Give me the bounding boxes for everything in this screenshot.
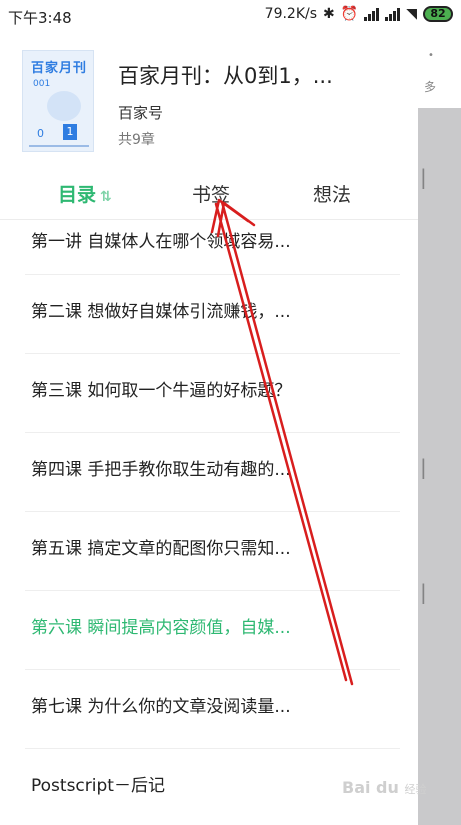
list-item[interactable]: 第三课 如何取一个牛逼的好标题？ (25, 354, 400, 433)
background-reader-page[interactable] (418, 32, 461, 825)
cover-footer-line (29, 145, 89, 147)
background-text-fragment: | (420, 165, 427, 189)
list-item[interactable]: 第一讲 自媒体人在哪个领域容易... (25, 220, 400, 275)
chapter-label: 第一讲 自媒体人在哪个领域容易... (31, 232, 291, 252)
bluetooth-icon: ✱ (323, 6, 335, 22)
network-speed: 79.2K/s (264, 6, 318, 22)
chapter-label: 第七课 为什么你的文章没阅读量... (31, 697, 291, 717)
watermark-brand: Bai du (342, 778, 399, 797)
list-item-current[interactable]: 第六课 瞬间提高内容颜值，自媒... (25, 591, 400, 670)
alarm-icon: ⏰ (340, 6, 359, 22)
list-item[interactable]: 第二课 想做好自媒体引流赚钱，... (25, 275, 400, 354)
chapter-count: 共9章 (118, 132, 155, 148)
chapter-label: 第四课 手把手教你取生动有趣的... (31, 460, 291, 480)
more-label: 多 (424, 80, 437, 94)
tab-notes[interactable]: 想法 (313, 180, 351, 207)
status-bar: 下午3:48 79.2K/s ✱ ⏰ ◥ 82 (0, 0, 461, 32)
cover-issue: 001 (33, 79, 51, 89)
tab-bookmarks[interactable]: 书签 (192, 180, 230, 207)
tab-toc[interactable]: 目录 ⇅ (58, 180, 112, 207)
tab-bookmarks-label: 书签 (192, 184, 231, 206)
tab-toc-label: 目录 (58, 184, 97, 206)
background-text-fragment: | (420, 455, 427, 479)
watermark-logo: Bai du 经验 (342, 778, 426, 797)
chapter-label: 第三课 如何取一个牛逼的好标题？ (31, 381, 292, 401)
tab-bar: 目录 ⇅ 书签 想法 (0, 172, 418, 220)
list-item[interactable]: 第七课 为什么你的文章没阅读量... (25, 670, 400, 749)
more-dots-icon: • (428, 50, 434, 61)
book-title: 百家月刊：从0到1，... (118, 64, 333, 88)
chapter-label: 第五课 搞定文章的配图你只需知... (31, 539, 291, 559)
book-cover[interactable]: 百家月刊 001 0 1 (22, 50, 94, 152)
list-item[interactable]: 第五课 搞定文章的配图你只需知... (25, 512, 400, 591)
wifi-icon: ◥ (406, 6, 417, 22)
book-author[interactable]: 百家号 (118, 102, 163, 123)
tab-notes-label: 想法 (313, 184, 352, 206)
signal-icon-2 (385, 7, 401, 21)
signal-icon (364, 7, 380, 21)
list-item[interactable]: 第四课 手把手教你取生动有趣的... (25, 433, 400, 512)
toc-drawer: 百家月刊 001 0 1 百家月刊：从0到1，... 百家号 共9章 目录 ⇅ 书… (0, 32, 418, 825)
cover-illustration (47, 91, 81, 121)
sort-icon[interactable]: ⇅ (100, 189, 112, 205)
cover-number-one: 1 (63, 124, 77, 140)
battery-icon: 82 (423, 6, 453, 22)
status-time: 下午3:48 (8, 9, 72, 27)
background-text-fragment: | (420, 580, 427, 604)
cover-number-zero: 0 (37, 127, 44, 140)
cover-title: 百家月刊 (31, 61, 88, 76)
chapter-label: 第二课 想做好自媒体引流赚钱，... (31, 302, 291, 322)
watermark-sub: 经验 (404, 783, 427, 796)
chapter-label: Postscript－后记 (31, 776, 165, 796)
chapter-label: 第六课 瞬间提高内容颜值，自媒... (31, 618, 291, 638)
status-indicators: 79.2K/s ✱ ⏰ ◥ 82 (265, 6, 453, 22)
